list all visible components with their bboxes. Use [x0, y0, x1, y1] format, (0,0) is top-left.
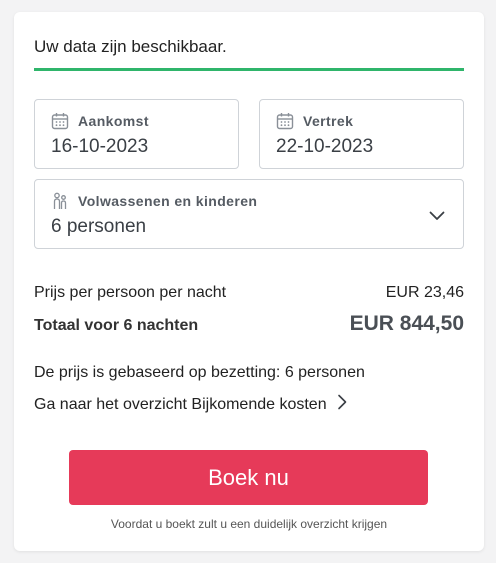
departure-label: Vertrek [303, 113, 354, 129]
total-price-amount: EUR 844,50 [349, 312, 464, 335]
departure-value: 22-10-2023 [276, 136, 374, 157]
arrival-date-field[interactable]: Aankomst 16-10-2023 [34, 99, 239, 169]
chevron-down-icon[interactable] [429, 208, 445, 226]
price-per-person-label: Prijs per persoon per nacht [34, 284, 227, 301]
book-now-button[interactable]: Boek nu [69, 450, 428, 505]
calendar-icon [51, 112, 69, 130]
guests-value: 6 personen [51, 216, 147, 237]
departure-label-row: Vertrek [276, 112, 353, 130]
additional-costs-link[interactable]: Ga naar het overzicht Bijkomende kosten [34, 394, 347, 415]
total-price-row: Totaal voor 6 nachten EUR 844,50 [34, 312, 464, 336]
price-per-person-row: Prijs per persoon per nacht EUR 23,46 [34, 284, 464, 302]
people-icon [51, 192, 69, 210]
departure-date-field[interactable]: Vertrek 22-10-2023 [259, 99, 464, 169]
availability-message: Uw data zijn beschikbaar. [34, 34, 464, 71]
arrival-label: Aankomst [78, 113, 149, 129]
guests-label: Volwassenen en kinderen [78, 193, 258, 209]
availability-text: Uw data zijn beschikbaar. [34, 37, 227, 56]
calendar-icon [276, 112, 294, 130]
guests-label-row: Volwassenen en kinderen [51, 192, 257, 210]
additional-costs-link-text: Ga naar het overzicht Bijkomende kosten [34, 395, 327, 413]
price-per-person-amount: EUR 23,46 [385, 284, 464, 301]
arrival-label-row: Aankomst [51, 112, 149, 130]
booking-footnote: Voordat u boekt zult u een duidelijk ove… [110, 517, 388, 531]
booking-card: Uw data zijn beschikbaar. Aankomst 16-10… [14, 12, 484, 551]
guests-select[interactable]: Volwassenen en kinderen 6 personen [34, 179, 464, 249]
arrival-value: 16-10-2023 [51, 136, 149, 157]
chevron-right-icon [337, 394, 347, 415]
total-price-label: Totaal voor 6 nachten [34, 317, 199, 334]
occupancy-note: De prijs is gebaseerd op bezetting: 6 pe… [34, 364, 365, 381]
